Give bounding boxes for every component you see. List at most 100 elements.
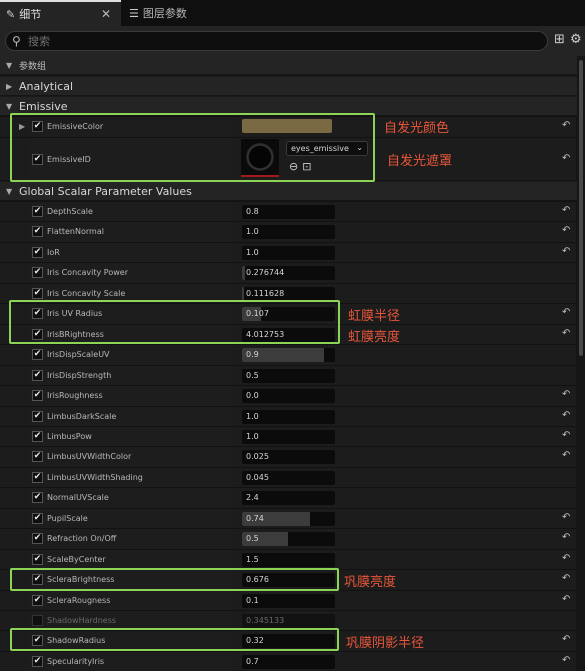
param-row: ✔ IrisRoughness 0.0 ↶ [0, 385, 576, 406]
param-value-field[interactable]: 0.5 [242, 368, 335, 383]
param-value-field[interactable]: 0.7 [242, 654, 335, 669]
reset-icon[interactable]: ↶ [562, 512, 570, 523]
param-checkbox[interactable]: ✔ [32, 226, 43, 238]
tab-layer-params[interactable]: ☰ 图层参数 [123, 0, 243, 26]
gear-icon[interactable]: ⚙ [570, 32, 582, 47]
param-value-field[interactable]: 0.74 [242, 511, 335, 526]
reset-icon[interactable]: ↶ [562, 553, 570, 564]
reset-icon[interactable]: ↶ [562, 430, 570, 441]
tab-details-label: 细节 [19, 8, 42, 21]
param-checkbox[interactable]: ✔ [32, 267, 43, 279]
reset-icon[interactable]: ↶ [562, 205, 570, 216]
param-value: 0.5 [246, 534, 259, 544]
param-row: ✔ FlattenNormal 1.0 ↶ [0, 221, 576, 242]
param-name: Refraction On/Off [47, 534, 117, 544]
param-name: PupilScale [47, 513, 88, 523]
param-value-field[interactable]: 0.5 [242, 532, 335, 547]
param-value: 2.4 [246, 493, 259, 503]
search-input[interactable] [28, 33, 528, 49]
chevron-down-icon: ▼ [6, 186, 13, 196]
param-checkbox[interactable]: ✔ [32, 594, 43, 606]
reset-icon[interactable]: ↶ [562, 655, 570, 666]
param-name: IrisDispStrength [47, 370, 112, 380]
param-checkbox[interactable]: ✔ [32, 615, 43, 626]
reset-icon[interactable]: ↶ [562, 594, 570, 605]
param-checkbox[interactable]: ✔ [32, 410, 43, 422]
param-value: 0.345133 [246, 616, 285, 625]
param-checkbox[interactable]: ✔ [32, 430, 43, 442]
param-name: LimbusPow [47, 431, 92, 441]
param-checkbox[interactable]: ✔ [32, 206, 43, 217]
reset-icon[interactable]: ↶ [562, 246, 570, 257]
param-value-field[interactable]: 0.8 [242, 205, 335, 219]
param-value-field[interactable]: 0.276744 [242, 266, 335, 281]
reset-icon[interactable]: ↶ [562, 307, 570, 318]
reset-icon[interactable]: ↶ [562, 634, 570, 645]
param-value: 0.111628 [246, 288, 285, 298]
param-name: LimbusUVWidthColor [47, 452, 132, 462]
param-checkbox[interactable]: ✔ [32, 451, 43, 463]
param-row: ✔ IrisDispStrength 0.5 [0, 364, 576, 386]
reset-icon[interactable]: ↶ [562, 450, 570, 461]
param-checkbox[interactable]: ✔ [32, 512, 43, 524]
param-checkbox[interactable]: ✔ [32, 369, 43, 381]
param-row: ✔ LimbusPow 1.0 ↶ [0, 425, 576, 447]
chevron-right-icon: ▶ [6, 81, 13, 91]
param-value: 0.9 [246, 350, 259, 360]
param-value-field[interactable]: 1.0 [242, 409, 335, 424]
param-value-field[interactable]: 1.0 [242, 429, 335, 444]
param-value-field[interactable]: 0.045 [242, 470, 335, 485]
reset-icon[interactable]: ↶ [562, 389, 570, 400]
search-box[interactable]: ⚲ [5, 31, 548, 51]
param-value-field[interactable]: 0.9 [242, 348, 335, 363]
reset-icon[interactable]: ↶ [562, 532, 570, 543]
param-value: 0.8 [246, 207, 259, 216]
param-checkbox[interactable]: ✔ [32, 246, 43, 258]
annotation: 自发光颜色 [384, 121, 450, 136]
reset-icon[interactable]: ↶ [562, 153, 570, 164]
chevron-down-icon: ▼ [6, 60, 13, 70]
param-value-field[interactable]: 2.4 [242, 491, 335, 506]
param-row: ✔ Iris Concavity Power 0.276744 [0, 262, 576, 283]
category-analytical[interactable]: ▶ Analytical [0, 76, 585, 95]
param-row: ✔ DepthScale 0.8 ↶ [0, 201, 576, 222]
reset-icon[interactable]: ↶ [562, 328, 570, 339]
param-checkbox[interactable]: ✔ [32, 349, 43, 361]
param-checkbox[interactable]: ✔ [32, 655, 43, 667]
param-name: FlattenNormal [47, 227, 104, 237]
param-value-field[interactable]: 1.0 [242, 245, 335, 260]
param-row: ✔ IrisDispScaleUV 0.9 [0, 344, 576, 365]
param-checkbox[interactable]: ✔ [32, 533, 43, 545]
param-value: 1.0 [246, 411, 259, 421]
highlight-shadow-radius [10, 628, 339, 651]
slider-fill [242, 286, 244, 301]
param-checkbox[interactable]: ✔ [32, 553, 43, 565]
param-checkbox[interactable]: ✔ [32, 287, 43, 299]
close-icon[interactable]: ✕ [101, 7, 111, 21]
param-checkbox[interactable]: ✔ [32, 390, 43, 402]
param-value: 1.0 [246, 247, 259, 257]
category-param-group[interactable]: ▼ 参数组 [0, 56, 585, 74]
reset-icon[interactable]: ↶ [562, 410, 570, 421]
param-value: 0.0 [246, 391, 259, 401]
category-label: Global Scalar Parameter Values [19, 184, 192, 198]
param-row: ✔ LimbusDarkScale 1.0 ↶ [0, 405, 576, 426]
reset-icon[interactable]: ↶ [562, 120, 570, 131]
scrollbar-thumb[interactable] [579, 60, 583, 356]
param-value-field[interactable]: 0.345133 [242, 614, 335, 628]
param-value-field[interactable]: 1.5 [242, 552, 335, 567]
reset-icon[interactable]: ↶ [562, 225, 570, 236]
param-value-field[interactable]: 1.0 [242, 225, 335, 240]
param-name: NormalUVScale [47, 493, 109, 503]
tab-details[interactable]: ✎ 细节 ✕ [0, 0, 121, 26]
param-value-field[interactable]: 0.111628 [242, 286, 335, 301]
param-value-field[interactable]: 0.0 [242, 389, 335, 404]
param-name: ShadowHardness [47, 616, 117, 625]
param-checkbox[interactable]: ✔ [32, 492, 43, 504]
category-global-scalar[interactable]: ▼ Global Scalar Parameter Values [0, 181, 585, 200]
param-checkbox[interactable]: ✔ [32, 471, 43, 483]
param-value-field[interactable]: 0.1 [242, 593, 335, 608]
reset-icon[interactable]: ↶ [562, 573, 570, 584]
table-view-icon[interactable]: ⊞ [554, 32, 565, 47]
param-value-field[interactable]: 0.025 [242, 450, 335, 465]
